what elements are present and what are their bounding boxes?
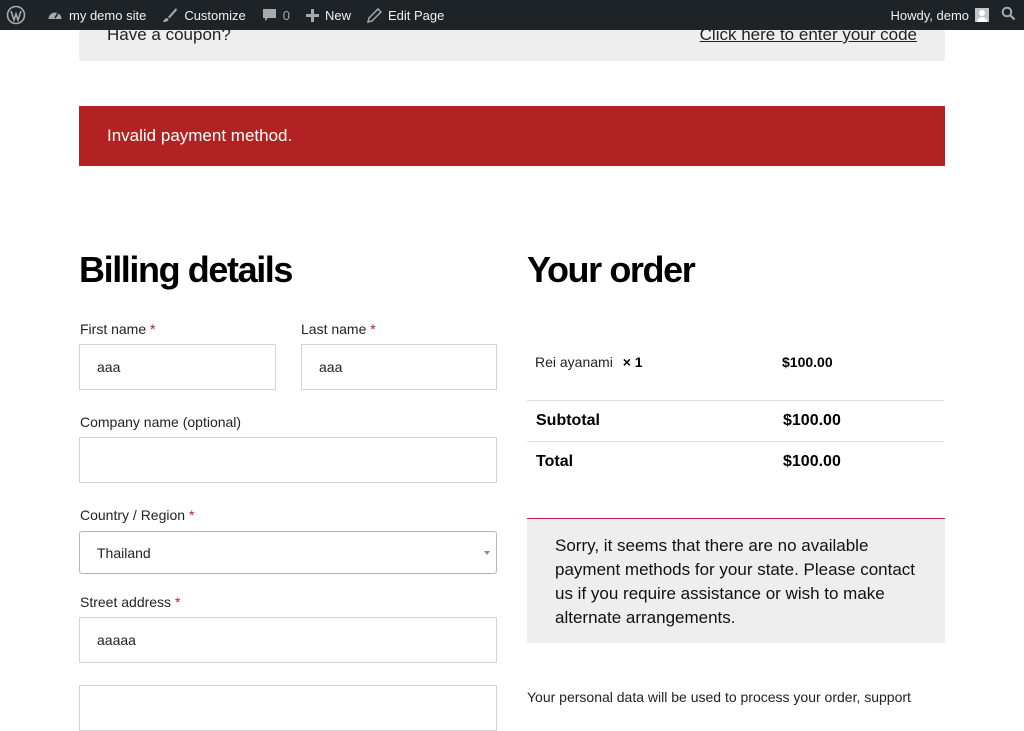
pencil-icon (366, 7, 382, 23)
howdy-label: Howdy, demo (890, 7, 969, 23)
new-content-button[interactable]: New (298, 0, 359, 30)
brush-icon (162, 7, 178, 23)
error-message: Invalid payment method. (107, 126, 293, 145)
subtotal-value: $100.00 (783, 412, 841, 429)
item-quantity: × 1 (622, 354, 643, 370)
comments-button[interactable]: 0 (254, 0, 298, 30)
order-item-row: Rei ayanami × 1 (535, 354, 643, 370)
wordpress-icon (6, 5, 26, 25)
company-label: Company name (optional) (80, 414, 242, 430)
avatar (975, 8, 989, 22)
required-mark: * (174, 594, 181, 610)
required-mark: * (370, 321, 376, 337)
street-label: Street address * (80, 594, 180, 610)
required-mark: * (150, 321, 156, 337)
required-mark: * (188, 507, 195, 523)
total-label: Total (536, 453, 574, 470)
last-name-label-text: Last name (301, 321, 367, 337)
my-account-menu[interactable]: Howdy, demo (882, 0, 995, 30)
street-value: aaaaa (97, 632, 136, 648)
comment-icon (262, 8, 277, 23)
billing-details-heading: Billing details (79, 249, 293, 290)
dashboard-icon (47, 7, 63, 23)
table-divider (527, 441, 944, 442)
street-label-text: Street address (80, 594, 172, 610)
country-label: Country / Region * (80, 507, 194, 523)
last-name-label: Last name * (301, 321, 376, 337)
last-name-value: aaa (319, 359, 343, 375)
payment-notice-text: Sorry, it seems that there are no availa… (555, 536, 916, 627)
total-value: $100.00 (783, 453, 841, 470)
search-icon (1001, 6, 1016, 24)
plus-icon (305, 8, 319, 22)
comments-count: 0 (282, 7, 290, 23)
edit-page-label: Edit Page (387, 7, 445, 23)
site-name-menu[interactable]: my demo site (39, 0, 154, 30)
search-button[interactable] (995, 0, 1024, 30)
customize-button[interactable]: Customize (154, 0, 253, 30)
your-order-heading: Your order (527, 249, 696, 290)
wordpress-logo-button[interactable] (0, 0, 39, 30)
country-value: Thailand (97, 544, 151, 561)
street-address-2-input[interactable] (79, 685, 497, 731)
chevron-down-icon (484, 551, 490, 555)
item-name: Rei ayanami (535, 354, 613, 370)
customize-label: Customize (184, 7, 246, 23)
admin-bar: my demo site Customize 0 New Edit Page H… (0, 0, 1024, 30)
first-name-input[interactable]: aaa (79, 344, 276, 390)
site-name-label: my demo site (69, 7, 147, 23)
coupon-notice: Have a coupon? Click here to enter your … (79, 25, 945, 61)
first-name-label: First name * (80, 321, 155, 337)
new-label: New (324, 7, 351, 23)
first-name-value: aaa (97, 359, 121, 375)
company-input[interactable] (79, 437, 497, 483)
street-address-input[interactable]: aaaaa (79, 617, 497, 663)
privacy-policy-text: Your personal data will be used to proce… (527, 689, 911, 705)
last-name-input[interactable]: aaa (301, 344, 497, 390)
error-notice: Invalid payment method. (79, 106, 945, 166)
subtotal-label: Subtotal (536, 412, 600, 429)
edit-page-button[interactable]: Edit Page (359, 0, 452, 30)
payment-methods-notice: Sorry, it seems that there are no availa… (527, 518, 945, 643)
first-name-label-text: First name (80, 321, 147, 337)
country-select[interactable]: Thailand (79, 531, 497, 574)
table-divider (527, 400, 944, 401)
item-price: $100.00 (782, 354, 833, 370)
country-label-text: Country / Region (80, 507, 186, 523)
